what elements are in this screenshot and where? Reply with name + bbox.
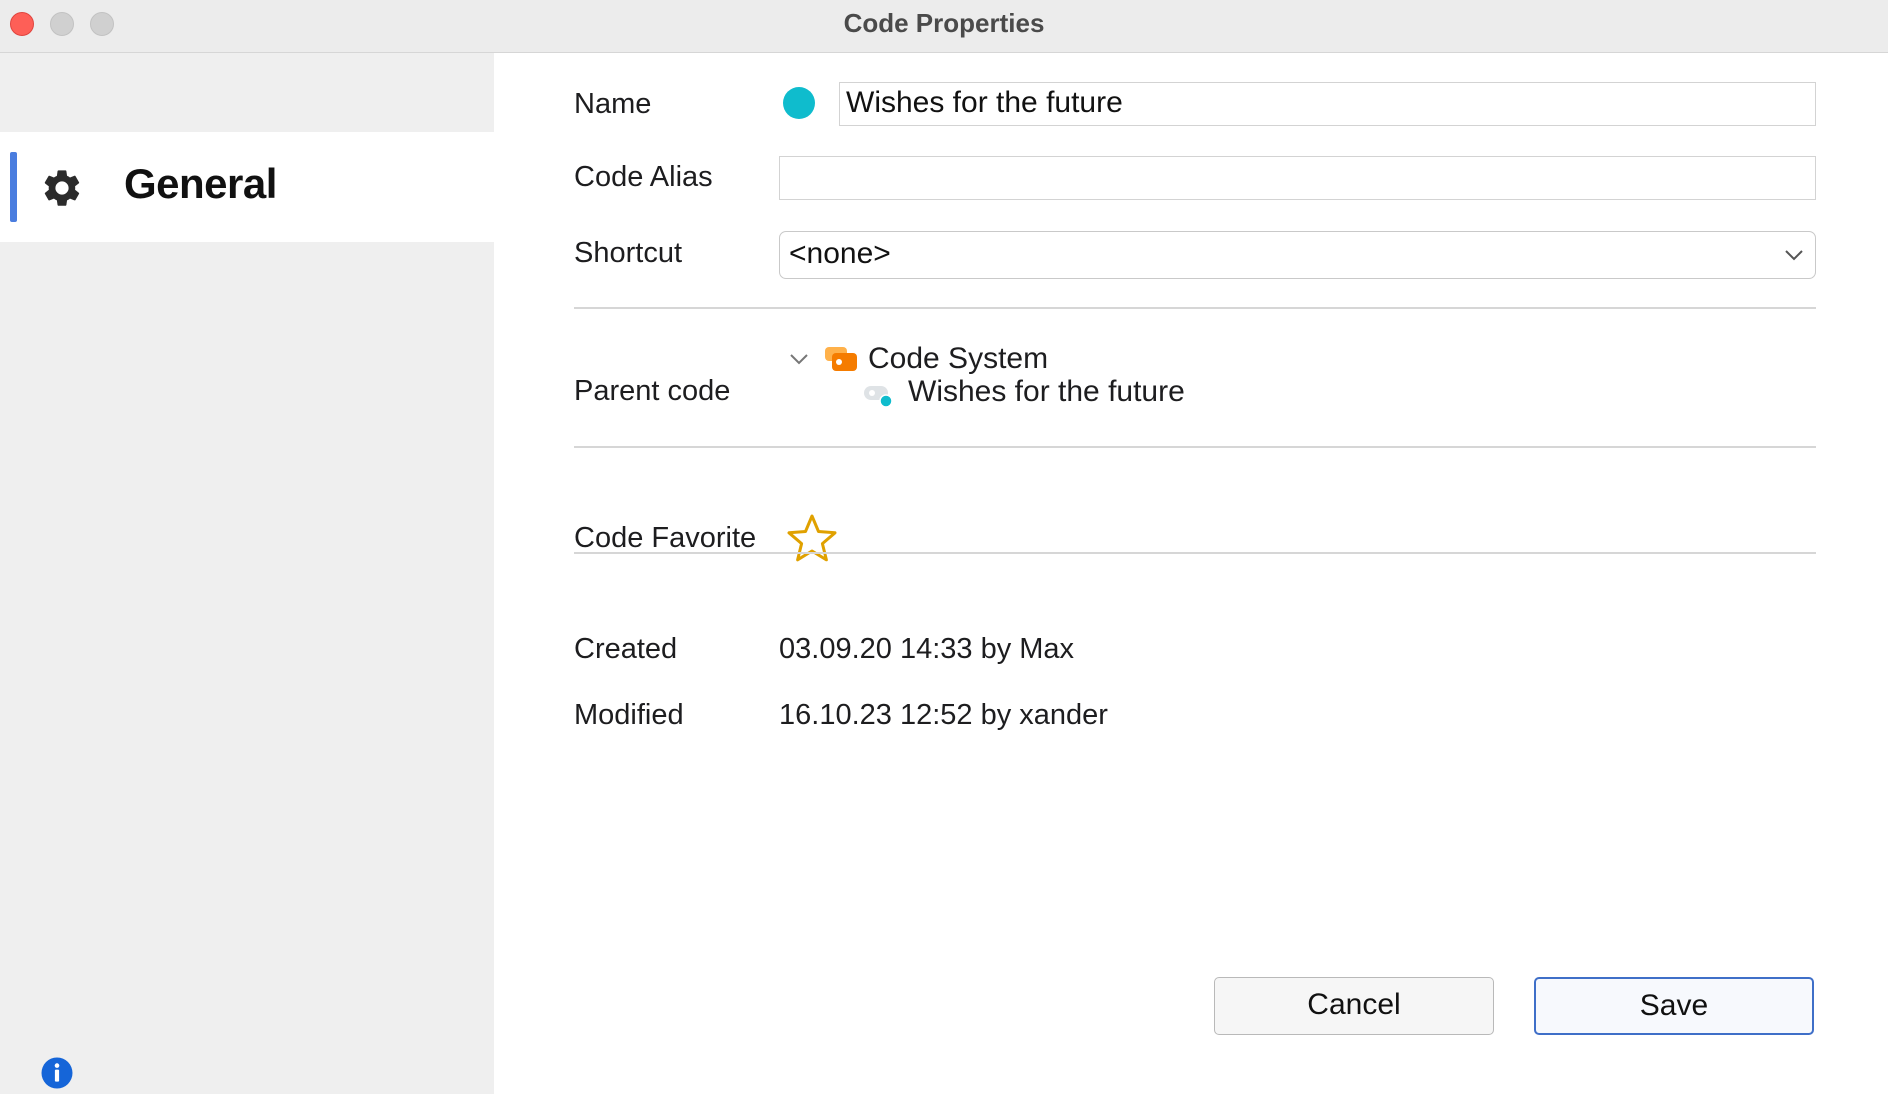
created-value: 03.09.20 14:33 by Max [779, 633, 1075, 665]
tree-expand-chevron-icon[interactable] [788, 348, 810, 370]
shortcut-label: Shortcut [574, 237, 682, 269]
created-label: Created [574, 633, 678, 665]
sidebar: General [0, 53, 494, 1094]
save-button[interactable]: Save [1534, 977, 1814, 1035]
code-system-icon [825, 347, 857, 371]
code-icon [864, 386, 893, 408]
properties-panel: Name Wishes for the future Code Alias Sh… [494, 53, 1888, 1094]
tree-item-code-system[interactable]: Code System [868, 342, 1048, 376]
modified-label: Modified [574, 699, 684, 731]
info-icon[interactable] [41, 1057, 73, 1089]
sidebar-item-general[interactable]: General [0, 132, 494, 242]
selection-indicator [10, 152, 17, 222]
code-alias-input[interactable] [779, 156, 1816, 200]
code-color-swatch[interactable] [783, 87, 815, 119]
parent-code-label: Parent code [574, 375, 731, 407]
divider [574, 446, 1816, 448]
divider [574, 552, 1816, 554]
cancel-button[interactable]: Cancel [1214, 977, 1494, 1035]
name-input[interactable]: Wishes for the future [839, 82, 1816, 126]
chevron-down-icon [1785, 250, 1803, 261]
code-favorite-label: Code Favorite [574, 522, 757, 554]
window-title: Code Properties [843, 8, 1045, 38]
star-icon[interactable] [786, 513, 838, 563]
shortcut-value: <none> [789, 237, 891, 270]
gear-icon [44, 170, 80, 206]
code-alias-label: Code Alias [574, 161, 713, 193]
title-bar: Code Properties [0, 0, 1888, 53]
divider [574, 307, 1816, 309]
shortcut-select[interactable]: <none> [779, 231, 1816, 279]
sidebar-item-label: General [124, 160, 277, 207]
name-label: Name [574, 88, 652, 120]
modified-value: 16.10.23 12:52 by xander [779, 699, 1108, 731]
tree-item-code[interactable]: Wishes for the future [908, 375, 1185, 409]
